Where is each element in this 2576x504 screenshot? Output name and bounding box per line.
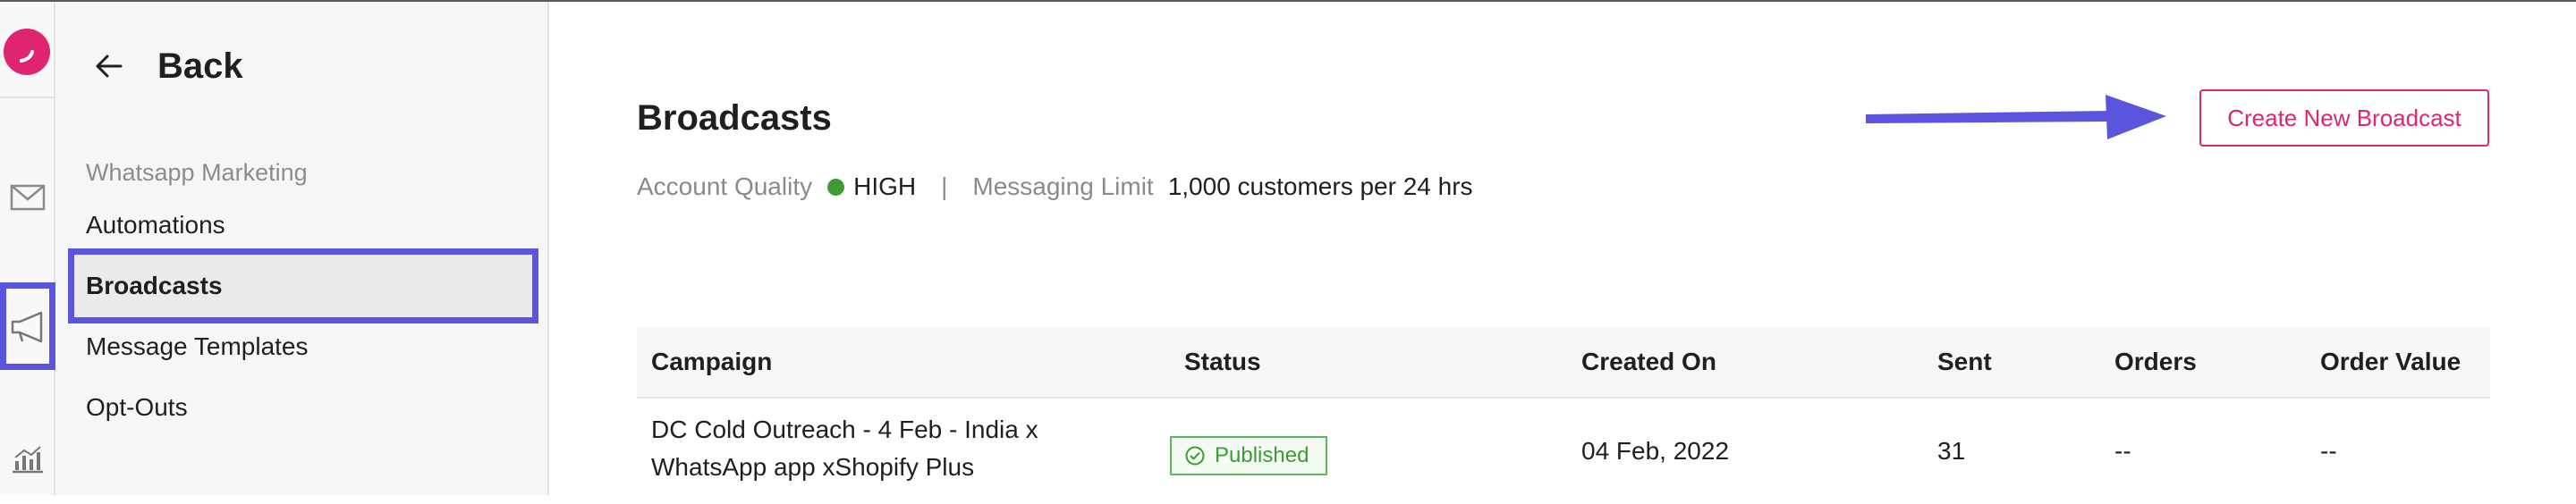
- separator: |: [941, 172, 948, 200]
- broadcasts-table: Campaign Status Created On Sent Orders O…: [637, 327, 2490, 497]
- mail-icon[interactable]: [7, 177, 48, 218]
- account-quality-label: Account Quality: [637, 172, 813, 200]
- icon-rail: [0, 2, 55, 495]
- analytics-icon[interactable]: [7, 436, 48, 477]
- column-header-campaign[interactable]: Campaign: [651, 327, 772, 397]
- section-title: Whatsapp Marketing: [86, 159, 308, 186]
- megaphone-highlight-box: [0, 282, 55, 370]
- create-new-broadcast-button[interactable]: Create New Broadcast: [2199, 89, 2489, 147]
- account-quality-value: HIGH: [853, 172, 917, 200]
- created-on-cell: 04 Feb, 2022: [1581, 437, 1730, 465]
- back-label: Back: [157, 46, 243, 86]
- messaging-limit-value: 1,000 customers per 24 hrs: [1167, 172, 1473, 200]
- arrow-left-icon: [96, 55, 123, 78]
- table-header: Campaign Status Created On Sent Orders O…: [637, 327, 2490, 399]
- sidebar-item-automations[interactable]: Automations: [86, 211, 225, 239]
- sidebar-item-message-templates[interactable]: Message Templates: [86, 332, 309, 361]
- orders-cell: --: [2114, 437, 2131, 465]
- column-header-status[interactable]: Status: [1184, 327, 1261, 397]
- app-logo-icon[interactable]: [4, 29, 50, 75]
- back-button[interactable]: Back: [91, 34, 243, 98]
- messaging-limit-label: Messaging Limit: [972, 172, 1154, 200]
- table-row[interactable]: DC Cold Outreach - 4 Feb - India x Whats…: [637, 399, 2490, 497]
- page-title: Broadcasts: [637, 98, 832, 138]
- order-value-cell: --: [2320, 437, 2337, 465]
- column-header-order-value[interactable]: Order Value: [2320, 327, 2461, 397]
- status-label: Published: [1215, 443, 1309, 467]
- secondary-sidebar: Back Whatsapp Marketing Automations Broa…: [55, 2, 549, 495]
- column-header-sent[interactable]: Sent: [1937, 327, 1992, 397]
- sidebar-item-opt-outs[interactable]: Opt-Outs: [86, 393, 188, 422]
- column-header-created-on[interactable]: Created On: [1581, 327, 1716, 397]
- pointer-arrow-annotation: [1866, 95, 2166, 139]
- quality-status-dot: [827, 178, 845, 196]
- column-header-orders[interactable]: Orders: [2114, 327, 2197, 397]
- sent-cell: 31: [1937, 437, 1966, 465]
- account-quality-bar: Account Quality HIGH | Messaging Limit 1…: [637, 172, 1473, 202]
- status-badge: Published: [1170, 436, 1327, 475]
- sidebar-item-broadcasts[interactable]: Broadcasts: [86, 272, 223, 300]
- check-circle-icon: [1185, 446, 1205, 466]
- rail-divider: [0, 97, 54, 98]
- campaign-name[interactable]: DC Cold Outreach - 4 Feb - India x Whats…: [651, 411, 1152, 486]
